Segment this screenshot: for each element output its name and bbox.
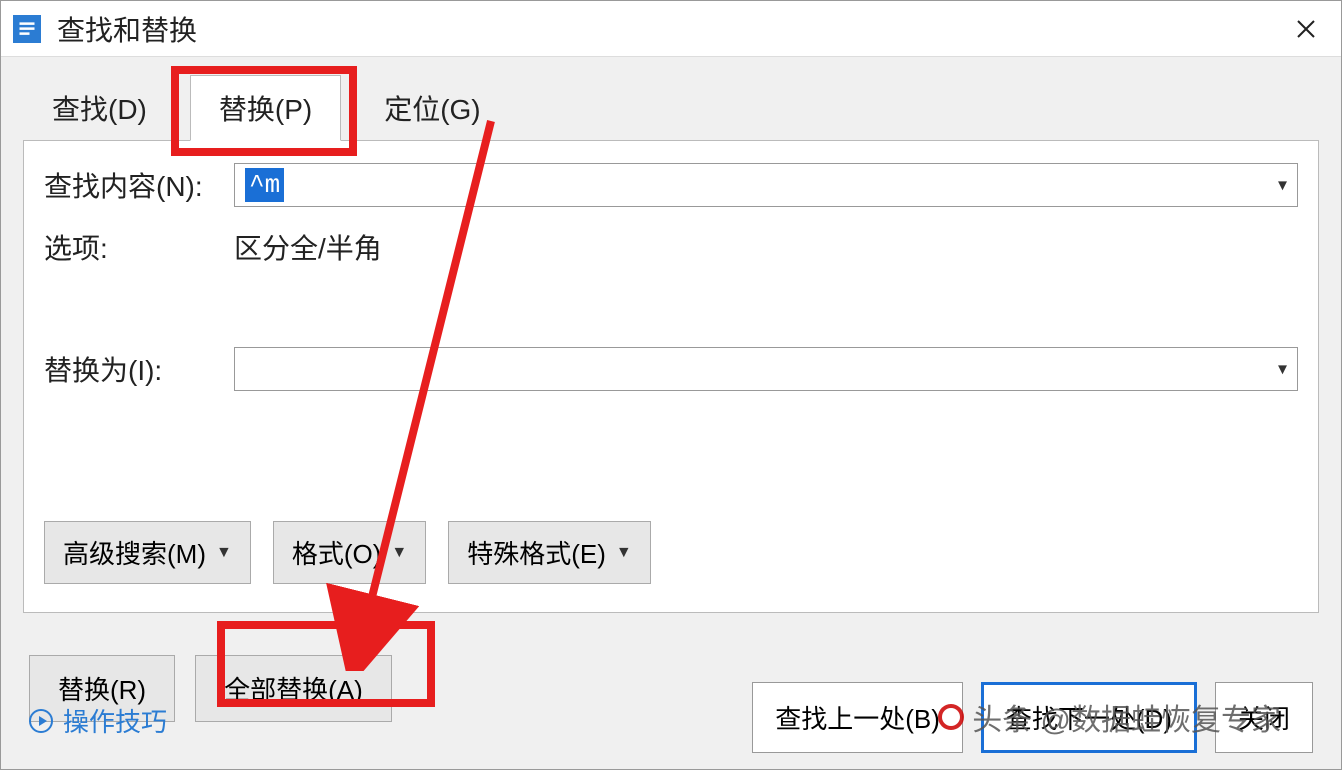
close-button[interactable]: 关闭 [1215,682,1313,753]
advanced-row: 高级搜索(M) ▼ 格式(O) ▼ 特殊格式(E) ▼ [44,521,1298,584]
tabs: 查找(D) 替换(P) 定位(G) [1,57,1341,141]
tab-goto-label: 定位(G) [384,94,480,125]
find-next-label: 查找下一处(D) [1006,704,1172,734]
chevron-down-icon: ▾ [1278,175,1287,196]
caret-down-icon: ▼ [391,544,407,562]
nav-buttons: 查找上一处(B) 查找下一处(D) 关闭 [752,682,1313,753]
label-options: 选项: [44,227,234,267]
tab-find[interactable]: 查找(D) [23,75,176,141]
label-replace-with: 替换为(I): [44,349,234,389]
replace-all-button-label: 全部替换(A) [224,675,363,705]
window-close-button[interactable] [1283,6,1329,52]
replace-panel: 查找内容(N): ^m ▾ 选项: 区分全/半角 替换为(I): ▾ 高级搜索(… [23,140,1319,613]
tips-label: 操作技巧 [63,702,167,739]
tab-find-label: 查找(D) [52,94,147,125]
caret-down-icon: ▼ [616,544,632,562]
replace-all-button[interactable]: 全部替换(A) [195,655,392,722]
close-icon [1295,18,1317,40]
format-button[interactable]: 格式(O) ▼ [273,521,426,584]
close-button-label: 关闭 [1238,704,1290,734]
row-replace-with: 替换为(I): ▾ [44,347,1298,391]
app-icon [13,15,41,43]
tips-link[interactable]: 操作技巧 [1,702,195,753]
advanced-search-label: 高级搜索(M) [63,534,206,571]
find-what-input[interactable]: ^m ▾ [234,163,1298,207]
special-format-label: 特殊格式(E) [467,534,606,571]
find-next-button[interactable]: 查找下一处(D) [981,682,1197,753]
label-find-what: 查找内容(N): [44,165,234,205]
play-circle-icon [29,709,53,733]
special-format-button[interactable]: 特殊格式(E) ▼ [448,521,651,584]
caret-down-icon: ▼ [216,544,232,562]
row-find-what: 查找内容(N): ^m ▾ [44,163,1298,207]
tab-goto[interactable]: 定位(G) [355,75,509,141]
find-prev-button[interactable]: 查找上一处(B) [752,682,963,753]
chevron-down-icon: ▾ [1278,359,1287,380]
dialog-title: 查找和替换 [57,9,1283,49]
find-what-value: ^m [245,168,284,202]
wps-word-icon [17,19,37,39]
format-label: 格式(O) [292,534,382,571]
find-replace-dialog: 查找和替换 查找(D) 替换(P) 定位(G) 查找内容(N): ^m ▾ 选项… [0,0,1342,770]
titlebar: 查找和替换 [1,1,1341,57]
find-prev-label: 查找上一处(B) [775,704,940,734]
row-options: 选项: 区分全/半角 [44,227,1298,267]
replace-button-label: 替换(R) [58,675,146,705]
tab-replace[interactable]: 替换(P) [190,75,341,141]
tab-replace-label: 替换(P) [219,94,312,125]
replace-with-input[interactable]: ▾ [234,347,1298,391]
advanced-search-button[interactable]: 高级搜索(M) ▼ [44,521,251,584]
options-value: 区分全/半角 [234,227,382,267]
